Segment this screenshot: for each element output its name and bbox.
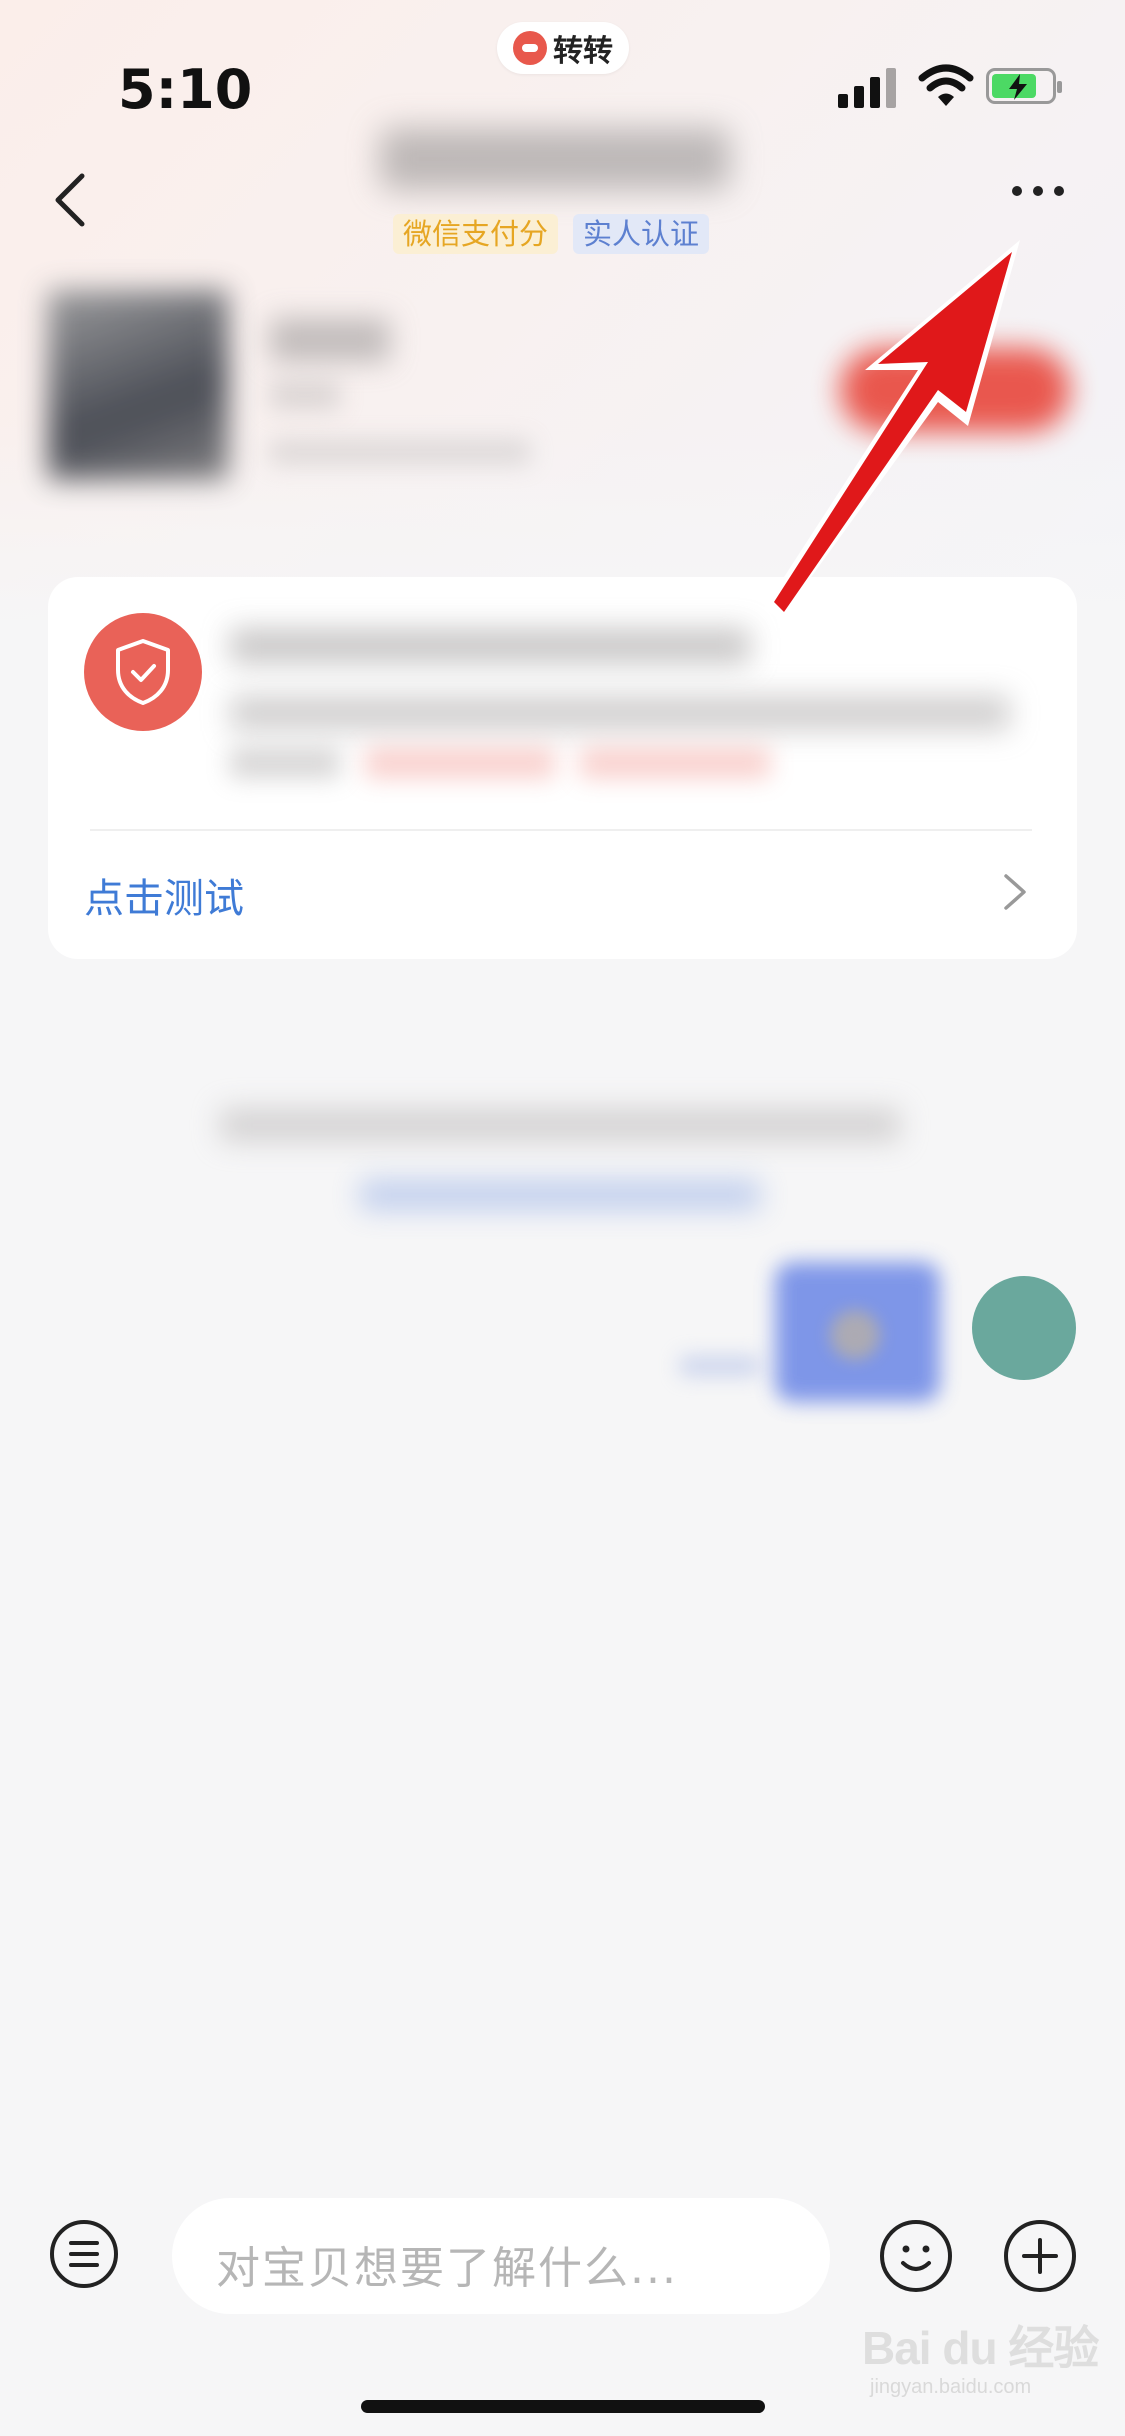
- app-name: 转转: [553, 34, 613, 69]
- divider: [90, 829, 1032, 831]
- test-card-highlight-blurred: [580, 748, 770, 778]
- app-indicator: 转转: [497, 22, 629, 74]
- product-meta-blurred: [270, 440, 530, 464]
- menu-icon[interactable]: [49, 2219, 119, 2289]
- system-link-blurred[interactable]: [360, 1180, 760, 1210]
- battery-icon: [986, 68, 1062, 104]
- seller-name-blurred: [380, 128, 730, 190]
- test-link[interactable]: 点击测试: [84, 866, 244, 924]
- emoji-icon[interactable]: [879, 2219, 953, 2293]
- avatar[interactable]: [972, 1276, 1076, 1380]
- product-info-blurred: [270, 380, 340, 410]
- shield-check-icon: [84, 613, 202, 731]
- message-status-blurred: [680, 1356, 760, 1376]
- product-thumbnail[interactable]: [48, 290, 228, 480]
- test-card-title-blurred: [230, 628, 750, 664]
- message-input[interactable]: 对宝贝想要了解什么...: [172, 2198, 830, 2314]
- test-card-desc-blurred: [230, 748, 340, 778]
- more-horizontal-icon[interactable]: [1012, 186, 1064, 196]
- system-message-blurred: [220, 1108, 900, 1142]
- app-logo-icon: [513, 31, 547, 65]
- wifi-icon: [918, 64, 974, 106]
- watermark-url: jingyan.baidu.com: [870, 2376, 1032, 2398]
- test-card-desc-blurred: [230, 695, 1010, 731]
- message-input-placeholder: 对宝贝想要了解什么...: [216, 2243, 678, 2294]
- annotation-arrow-icon: [764, 240, 1020, 620]
- plus-icon[interactable]: [1003, 2219, 1077, 2293]
- watermark-logo: Bai du 经验: [862, 2322, 1099, 2374]
- cellular-signal-icon: [838, 66, 898, 108]
- chevron-left-icon[interactable]: [50, 170, 90, 230]
- tag-wechat-pay-score: 微信支付分: [393, 214, 559, 254]
- message-image-blurred: [830, 1310, 880, 1360]
- home-indicator: [361, 2400, 765, 2413]
- tag-identity-verified: 实人认证: [573, 214, 710, 254]
- test-card-highlight-blurred: [365, 748, 555, 778]
- seller-tags: 微信支付分 实人认证: [393, 214, 710, 254]
- product-price-blurred: [270, 318, 390, 362]
- status-time: 5:10: [118, 58, 253, 121]
- chevron-right-icon[interactable]: [1000, 870, 1030, 914]
